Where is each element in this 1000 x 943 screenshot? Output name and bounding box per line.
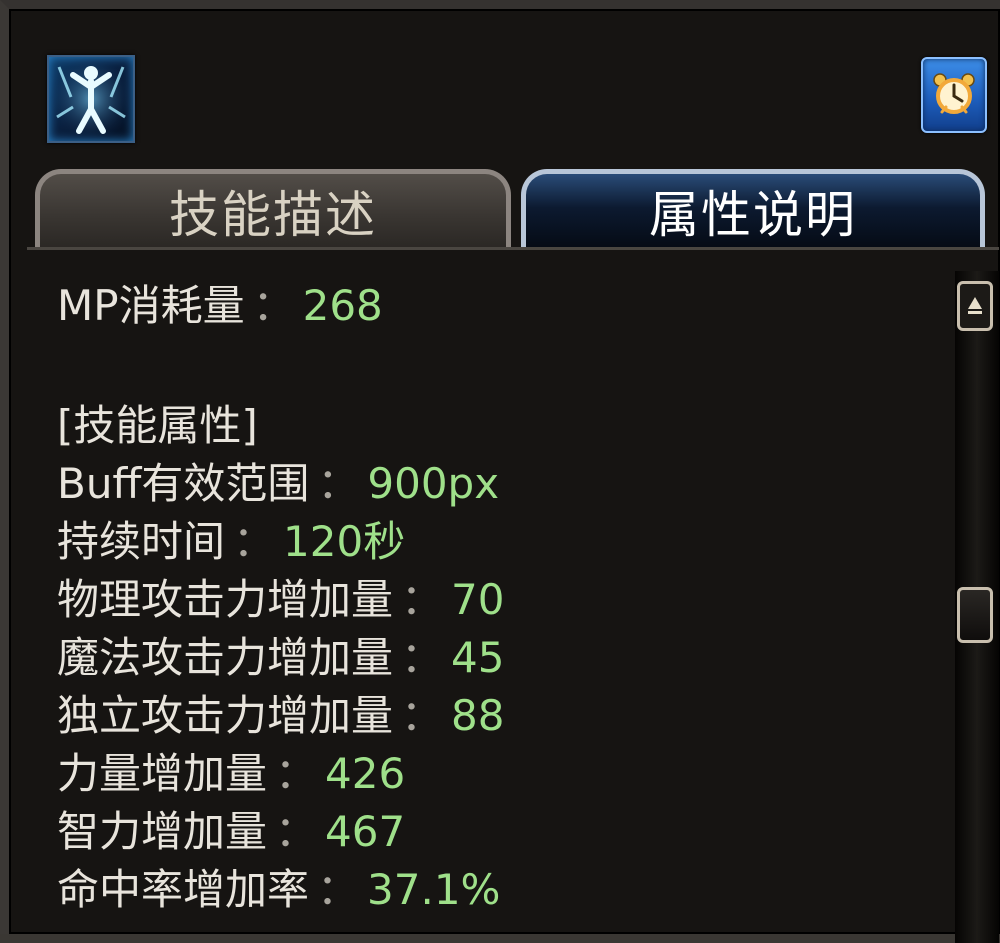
separator: ： xyxy=(252,281,295,330)
buff-figure-icon xyxy=(49,57,133,141)
tab-divider xyxy=(27,247,999,250)
mp-cost-label: MP消耗量 xyxy=(57,281,245,330)
skill-info-panel: 技能描述 属性说明 MP消耗量： 268 [技能属性] Buff有效范围： 900p… xyxy=(0,0,1000,943)
attribute-label: 持续时间 xyxy=(57,517,226,566)
attribute-value: 88 xyxy=(451,691,505,740)
mp-cost-row: MP消耗量： 268 xyxy=(57,277,917,335)
attribute-label: 智力增加量 xyxy=(57,807,268,856)
attribute-value: 900px xyxy=(367,459,500,508)
attribute-value: 37.1% xyxy=(367,865,501,914)
scrollbar-thumb[interactable] xyxy=(957,587,993,643)
attribute-label: 命中率增加率 xyxy=(57,865,310,914)
separator: ： xyxy=(233,517,276,566)
attribute-row: 持续时间： 120秒 xyxy=(57,513,917,571)
arrow-up-icon xyxy=(968,297,982,314)
attribute-row: 命中率增加率： 37.1% xyxy=(57,861,917,919)
section-title: [技能属性] xyxy=(57,401,258,450)
separator: ： xyxy=(275,749,318,798)
attribute-value: 467 xyxy=(325,807,406,856)
attribute-label: 独立攻击力增加量 xyxy=(57,691,394,740)
attribute-label: 魔法攻击力增加量 xyxy=(57,633,394,682)
attribute-label: 力量增加量 xyxy=(57,749,268,798)
separator: ： xyxy=(317,459,360,508)
alarm-clock-icon xyxy=(933,73,975,114)
separator: ： xyxy=(317,865,360,914)
attribute-list: MP消耗量： 268 [技能属性] Buff有效范围： 900px 持续时间： 120… xyxy=(57,277,917,919)
skill-icon[interactable] xyxy=(47,55,135,143)
attribute-label: 物理攻击力增加量 xyxy=(57,575,394,624)
separator: ： xyxy=(401,633,444,682)
attribute-row: 智力增加量： 467 xyxy=(57,803,917,861)
separator: ： xyxy=(401,691,444,740)
attribute-value: 426 xyxy=(325,749,406,798)
alarm-clock-button[interactable] xyxy=(921,57,987,133)
tab-attribute-info[interactable]: 属性说明 xyxy=(521,169,985,249)
mp-cost-value: 268 xyxy=(302,281,383,330)
attribute-row: 魔法攻击力增加量： 45 xyxy=(57,629,917,687)
attribute-value: 120秒 xyxy=(283,517,406,566)
attribute-row: 物理攻击力增加量： 70 xyxy=(57,571,917,629)
attribute-row: Buff有效范围： 900px xyxy=(57,455,917,513)
attribute-label: Buff有效范围 xyxy=(57,459,310,508)
attribute-value: 70 xyxy=(451,575,505,624)
scroll-up-button[interactable] xyxy=(957,281,993,331)
separator: ： xyxy=(401,575,444,624)
attribute-value: 45 xyxy=(451,633,505,682)
tab-skill-description[interactable]: 技能描述 xyxy=(35,169,511,249)
separator: ： xyxy=(275,807,318,856)
attribute-row: 独立攻击力增加量： 88 xyxy=(57,687,917,745)
attribute-row: 力量增加量： 426 xyxy=(57,745,917,803)
